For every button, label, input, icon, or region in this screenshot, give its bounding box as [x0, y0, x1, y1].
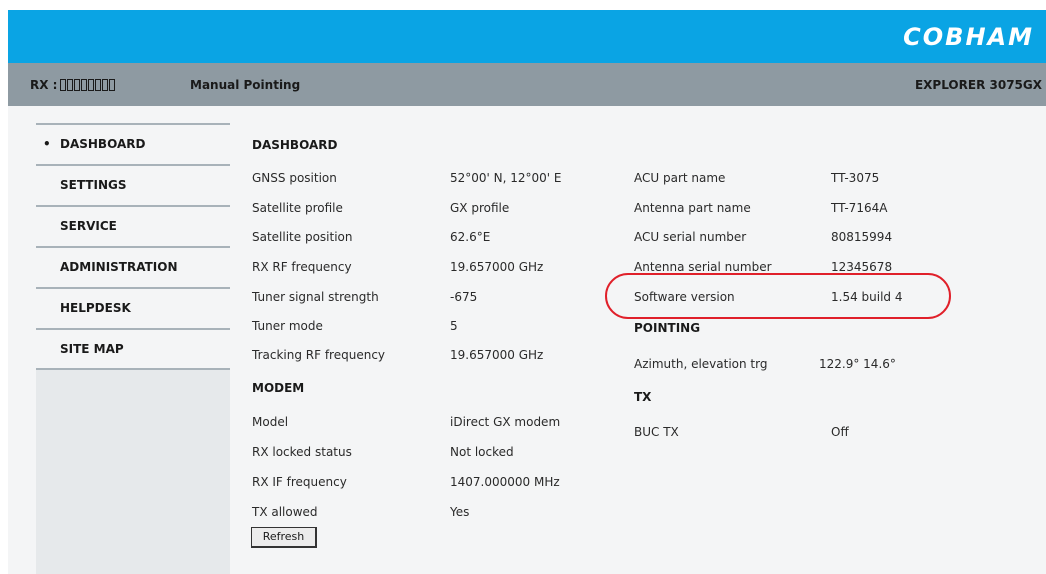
cobham-logo: COBHAM	[903, 23, 1034, 51]
main-content: DASHBOARD SETTINGS SERVICE ADMINISTRATIO…	[8, 106, 1046, 574]
tracking-rf-frequency-value: 19.657000 GHz	[450, 348, 544, 362]
sidebar-item-helpdesk[interactable]: HELPDESK	[36, 287, 230, 328]
tx-allowed-label: TX allowed	[252, 505, 318, 519]
acu-serial-number-label: ACU serial number	[634, 230, 747, 244]
modem-model-value: iDirect GX modem	[450, 415, 561, 429]
acu-part-name-label: ACU part name	[634, 171, 726, 185]
gnss-position-value: 52°00' N, 12°00' E	[450, 171, 562, 185]
software-version-value: 1.54 build 4	[831, 290, 903, 304]
dashboard-heading: DASHBOARD	[252, 138, 338, 152]
software-version-label: Software version	[634, 290, 735, 304]
tuner-signal-strength-label: Tuner signal strength	[252, 290, 379, 304]
sidebar-item-administration[interactable]: ADMINISTRATION	[36, 246, 230, 287]
sidebar-nav: DASHBOARD SETTINGS SERVICE ADMINISTRATIO…	[36, 123, 230, 369]
acu-part-name-value: TT-3075	[831, 171, 880, 185]
rx-rf-frequency-label: RX RF frequency	[252, 260, 352, 274]
buc-tx-label: BUC TX	[634, 425, 679, 439]
sidebar-item-settings[interactable]: SETTINGS	[36, 164, 230, 205]
refresh-button[interactable]: Refresh	[251, 527, 317, 548]
rx-status: RX :	[30, 78, 116, 92]
satellite-profile-value: GX profile	[450, 201, 510, 215]
tuner-signal-strength-value: -675	[450, 290, 478, 304]
top-banner: COBHAM	[8, 10, 1046, 63]
satellite-position-label: Satellite position	[252, 230, 353, 244]
status-bar: RX : Manual Pointing EXPLORER 3075GX	[8, 63, 1046, 106]
tuner-mode-value: 5	[450, 319, 458, 333]
sidebar-item-site-map[interactable]: SITE MAP	[36, 328, 230, 369]
sidebar-item-dashboard[interactable]: DASHBOARD	[36, 123, 230, 164]
rx-locked-status-value: Not locked	[450, 445, 514, 459]
tx-heading: TX	[634, 390, 652, 404]
antenna-serial-number-label: Antenna serial number	[634, 260, 772, 274]
sidebar-item-service[interactable]: SERVICE	[36, 205, 230, 246]
modem-model-label: Model	[252, 415, 289, 429]
antenna-part-name-value: TT-7164A	[831, 201, 888, 215]
rx-if-frequency-value: 1407.000000 MHz	[450, 475, 560, 489]
antenna-part-name-label: Antenna part name	[634, 201, 751, 215]
tx-allowed-value: Yes	[450, 505, 470, 519]
satellite-profile-label: Satellite profile	[252, 201, 343, 215]
buc-tx-value: Off	[831, 425, 849, 439]
product-name: EXPLORER 3075GX	[914, 78, 1042, 92]
tracking-rf-frequency-label: Tracking RF frequency	[252, 348, 386, 362]
pointing-heading: POINTING	[634, 321, 701, 335]
azimuth-elevation-label: Azimuth, elevation trg	[634, 357, 768, 371]
rx-locked-status-label: RX locked status	[252, 445, 352, 459]
rx-if-frequency-label: RX IF frequency	[252, 475, 347, 489]
tuner-mode-label: Tuner mode	[252, 319, 323, 333]
rx-indicator-boxes	[60, 79, 116, 91]
pointing-mode: Manual Pointing	[190, 78, 301, 92]
rx-label: RX :	[30, 78, 58, 92]
sidebar-panel	[36, 368, 230, 574]
gnss-position-label: GNSS position	[252, 171, 337, 185]
modem-heading: MODEM	[252, 381, 305, 395]
satellite-position-value: 62.6°E	[450, 230, 491, 244]
azimuth-elevation-value: 122.9° 14.6°	[819, 357, 896, 371]
acu-serial-number-value: 80815994	[831, 230, 893, 244]
antenna-serial-number-value: 12345678	[831, 260, 893, 274]
rx-rf-frequency-value: 19.657000 GHz	[450, 260, 544, 274]
